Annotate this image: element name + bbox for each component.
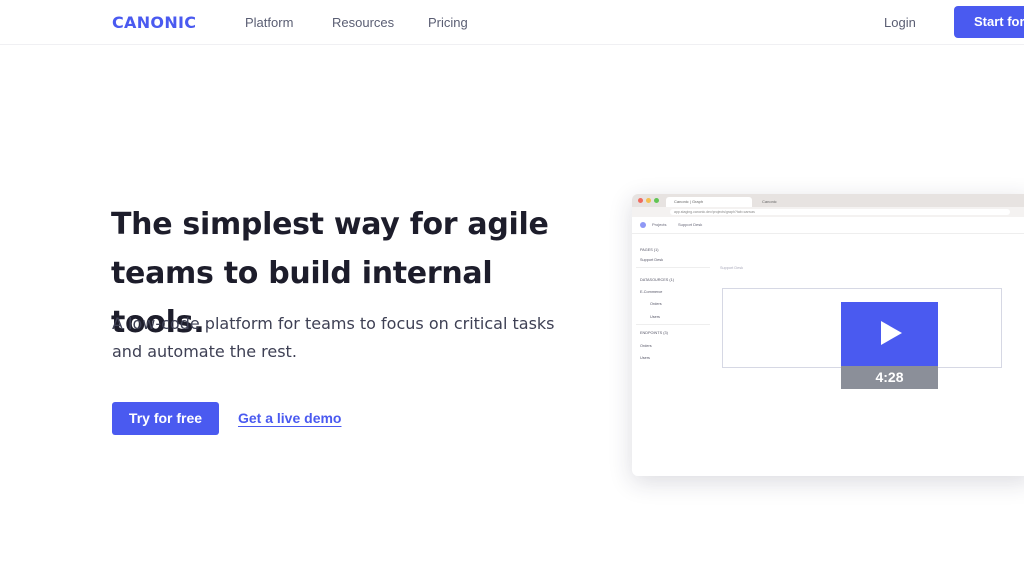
datasource-child: Users xyxy=(650,315,660,319)
try-for-free-button[interactable]: Try for free xyxy=(112,402,219,435)
divider xyxy=(636,267,710,268)
breadcrumb-projects: Projects xyxy=(652,222,667,227)
close-dot-icon xyxy=(638,198,643,203)
browser-chrome: Canonic | Graph Canonic xyxy=(632,194,1024,207)
page-item: Support Desk xyxy=(640,258,664,262)
endpoint-item: Orders xyxy=(640,344,652,348)
canvas-title: Support Desk xyxy=(720,266,744,270)
minimize-dot-icon xyxy=(646,198,651,203)
login-link[interactable]: Login xyxy=(884,15,916,30)
browser-tab: Canonic xyxy=(762,199,777,204)
breadcrumb-support-desk: Support Desk xyxy=(678,222,703,227)
app-sidebar: PAGES (1) Support Desk DATASOURCES (1) E… xyxy=(636,240,710,430)
endpoint-item: Users xyxy=(640,356,650,360)
divider xyxy=(636,324,710,325)
hero-subtext: A low-code platform for teams to focus o… xyxy=(112,310,592,366)
pages-header: PAGES (1) xyxy=(640,248,659,252)
browser-tab-active: Canonic | Graph xyxy=(666,197,752,207)
canonic-logo[interactable]: CANONIC xyxy=(112,13,196,32)
nav-link-resources[interactable]: Resources xyxy=(332,15,394,30)
product-video-preview[interactable]: Canonic | Graph Canonic app.staging.cano… xyxy=(632,194,1024,476)
top-navigation: CANONIC Platform Resources Pricing Login… xyxy=(0,0,1024,45)
play-icon[interactable] xyxy=(881,321,902,345)
subtext-line-2: and automate the rest. xyxy=(112,342,297,361)
app-header: Projects Support Desk xyxy=(632,217,1024,234)
datasources-header: DATASOURCES (1) xyxy=(640,278,675,282)
nav-link-pricing[interactable]: Pricing xyxy=(428,15,468,30)
endpoints-header: ENDPOINTS (3) xyxy=(640,331,668,335)
maximize-dot-icon xyxy=(654,198,659,203)
headline-line-1: The simplest way for agile xyxy=(111,207,549,242)
app-logo-icon xyxy=(640,222,646,228)
video-player[interactable]: 4:28 xyxy=(841,302,938,389)
start-for-free-button[interactable]: Start for xyxy=(954,6,1024,38)
nav-link-platform[interactable]: Platform xyxy=(245,15,293,30)
video-duration: 4:28 xyxy=(841,366,938,389)
datasource-child: Orders xyxy=(650,302,662,306)
subtext-line-1: A low-code platform for teams to focus o… xyxy=(112,314,555,333)
browser-url: app.staging.canonic.dev/projects/graph?t… xyxy=(670,209,1010,215)
live-demo-link[interactable]: Get a live demo xyxy=(238,410,341,426)
video-play-area[interactable] xyxy=(841,302,938,366)
datasource-item: E-Commerce xyxy=(640,290,663,294)
